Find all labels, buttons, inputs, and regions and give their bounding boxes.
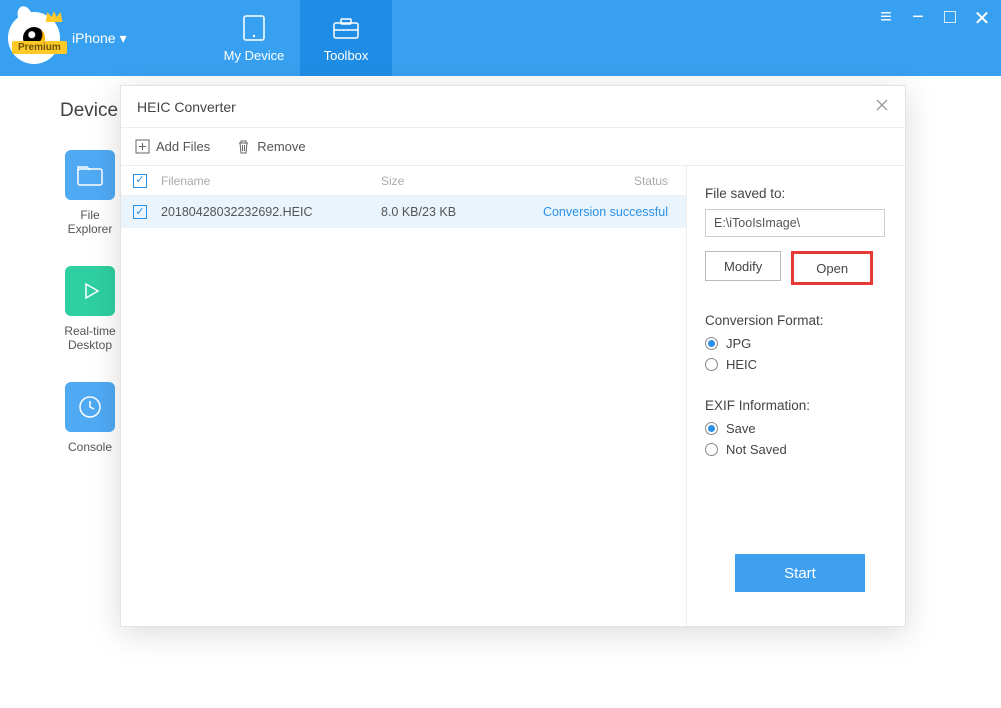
table-row[interactable]: 20180428032232692.HEIC 8.0 KB/23 KB Conv… [121, 196, 686, 228]
menu-icon[interactable]: ≡ [877, 6, 895, 31]
cell-size: 8.0 KB/23 KB [381, 205, 501, 219]
window-controls: ≡ − □ ✕ [877, 6, 991, 31]
exif-option-not-saved[interactable]: Not Saved [705, 442, 887, 457]
radio-icon [705, 337, 718, 350]
tab-toolbox[interactable]: Toolbox [300, 0, 392, 76]
col-filename[interactable]: Filename [161, 174, 381, 188]
close-icon[interactable]: ✕ [973, 6, 991, 31]
folder-icon [77, 164, 103, 186]
close-icon[interactable] [875, 98, 889, 115]
select-all-checkbox[interactable] [133, 174, 147, 188]
play-icon [78, 279, 102, 303]
clock-icon [77, 394, 103, 420]
device-selector[interactable]: iPhone ▾ [72, 30, 127, 47]
radio-label: Not Saved [726, 442, 787, 457]
add-files-button[interactable]: Add Files [135, 139, 210, 154]
table-header: Filename Size Status [121, 166, 686, 196]
remove-button[interactable]: Remove [236, 139, 305, 154]
conversion-format-section: Conversion Format: JPG HEIC [705, 313, 887, 372]
saved-to-input[interactable] [705, 209, 885, 237]
modify-button[interactable]: Modify [705, 251, 781, 281]
plus-box-icon [135, 139, 150, 154]
tile-label: Real-timeDesktop [64, 324, 115, 352]
remove-label: Remove [257, 139, 305, 154]
minimize-icon[interactable]: − [909, 6, 927, 31]
tile-label: Console [68, 440, 112, 454]
tile-console[interactable]: Console [60, 382, 120, 454]
row-checkbox[interactable] [133, 205, 147, 219]
radio-icon [705, 422, 718, 435]
heic-converter-dialog: HEIC Converter Add Files Remove Filename… [120, 85, 906, 627]
tile-label: FileExplorer [68, 208, 113, 236]
dialog-titlebar: HEIC Converter [121, 86, 905, 128]
col-status[interactable]: Status [501, 174, 686, 188]
format-option-jpg[interactable]: JPG [705, 336, 887, 351]
file-list-pane: Filename Size Status 20180428032232692.H… [121, 166, 687, 626]
cell-filename: 20180428032232692.HEIC [161, 205, 381, 219]
radio-icon [705, 358, 718, 371]
logo-area: Premium iPhone ▾ [0, 0, 208, 76]
premium-badge: Premium [12, 41, 67, 54]
chevron-down-icon: ▾ [120, 30, 127, 47]
radio-label: HEIC [726, 357, 757, 372]
open-button[interactable]: Open [791, 251, 873, 285]
app-header: Premium iPhone ▾ My Device Toolbox ≡ − □… [0, 0, 1001, 76]
radio-label: Save [726, 421, 756, 436]
maximize-icon[interactable]: □ [941, 6, 959, 31]
start-button[interactable]: Start [735, 554, 865, 592]
dialog-title: HEIC Converter [137, 99, 236, 115]
cell-status: Conversion successful [501, 205, 686, 219]
format-option-heic[interactable]: HEIC [705, 357, 887, 372]
tab-label: Toolbox [324, 48, 369, 63]
tab-label: My Device [224, 48, 285, 63]
format-label: Conversion Format: [705, 313, 887, 328]
exif-label: EXIF Information: [705, 398, 887, 413]
radio-icon [705, 443, 718, 456]
device-label: iPhone [72, 30, 116, 46]
saved-to-label: File saved to: [705, 186, 887, 201]
radio-label: JPG [726, 336, 751, 351]
tile-realtime-desktop[interactable]: Real-timeDesktop [60, 266, 120, 352]
trash-icon [236, 139, 251, 154]
dialog-toolbar: Add Files Remove [121, 128, 905, 166]
exif-option-save[interactable]: Save [705, 421, 887, 436]
toolbox-icon [329, 14, 363, 42]
col-size[interactable]: Size [381, 174, 501, 188]
tablet-icon [237, 14, 271, 42]
add-files-label: Add Files [156, 139, 210, 154]
crown-icon [44, 10, 64, 24]
tab-my-device[interactable]: My Device [208, 0, 300, 76]
exif-section: EXIF Information: Save Not Saved [705, 398, 887, 457]
tile-file-explorer[interactable]: FileExplorer [60, 150, 120, 236]
